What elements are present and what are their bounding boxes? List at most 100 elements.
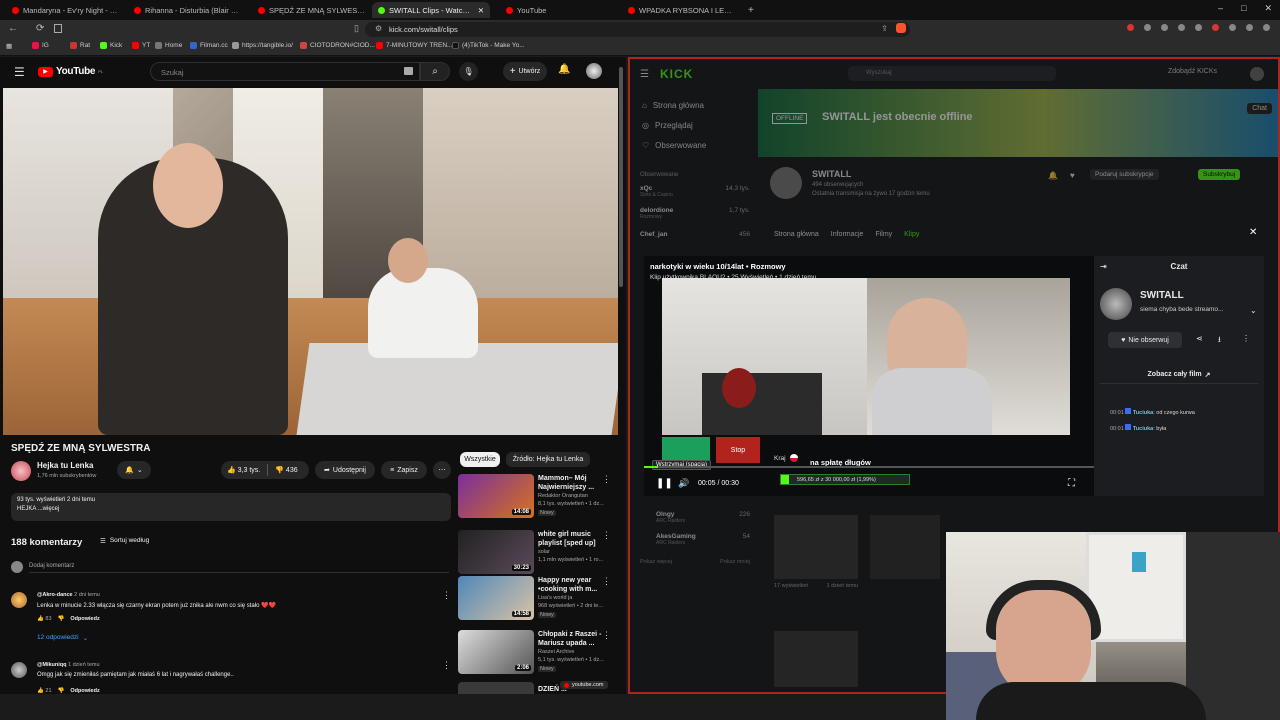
fullscreen-icon[interactable]: ⛶ [1068,478,1075,489]
gift-subs-button[interactable]: Podaruj subskrypcje [1090,169,1159,180]
more-vertical-icon[interactable]: ⋮ [602,474,611,485]
extension-icon[interactable] [1161,24,1168,31]
clip-seek-bar[interactable] [644,466,1094,468]
show-replies-button[interactable]: 12 odpowiedzi ⌄ [37,634,88,642]
clip-card-thumbnail[interactable] [870,515,940,579]
video-description[interactable]: 93 tys. wyświetleń 2 dni temu HEJKA ...w… [11,493,451,521]
comment-more-icon[interactable]: ⋮ [442,660,451,671]
bookmark-item[interactable]: https://tangible.io/ [232,42,293,49]
tab-videos[interactable]: Filmy [875,231,892,238]
clip-card-thumbnail[interactable] [774,631,858,687]
watch-full-video-button[interactable]: Zobacz cały film ↗ [1100,366,1258,384]
youtube-logo[interactable]: ▶ YouTube PL [38,66,103,77]
reload-icon[interactable]: ⟳ [36,23,44,34]
browser-tab[interactable]: SPĘDŹ ZE MNĄ SYLWESTRA - YouTube [252,2,372,18]
kick-logo[interactable]: KICK [660,67,693,81]
unfollow-button[interactable]: ♥ Nie obserwuj [1108,332,1182,348]
bookmark-item[interactable]: Home [155,42,182,49]
add-comment-input[interactable]: Dodaj komentarz [29,563,449,573]
tab-home[interactable]: Strona główna [774,231,819,238]
comment-like-button[interactable]: 👍 83 [37,616,52,622]
browser-tab-active[interactable]: SWITALL Clips - Watch Live o...✕ [372,2,490,18]
following-item[interactable]: delordione 1,7 tys. Rozmowy [640,207,750,220]
bookmark-item[interactable]: YT [132,42,150,49]
comment-author[interactable]: @Akro-dance [37,592,73,598]
close-window-icon[interactable]: ✕ [1264,3,1272,14]
sort-comments-button[interactable]: ☰ Sortuj według [100,537,149,545]
filter-chip-all[interactable]: Wszystkie [460,452,500,467]
kick-nav-following[interactable]: ♡ Obserwowane [642,141,706,150]
download-icon[interactable]: ⭳ [1218,334,1221,348]
keyboard-icon[interactable] [404,67,413,75]
recommended-video[interactable]: 14:08 Mammon– Mój Najwierniejszy ... Red… [458,474,623,530]
brave-shield-icon[interactable] [896,23,906,33]
filter-chip-source[interactable]: Źródło: Hejka tu Lenka [506,452,590,467]
tab-close-icon[interactable]: ✕ [478,6,484,15]
extension-icon[interactable] [1144,24,1151,31]
share-icon[interactable]: ⋖ [1196,334,1203,343]
share-button[interactable]: ➦ Udostępnij [315,461,375,479]
browser-tab[interactable]: WPADKA RYBSONA I LEQUIT MAMM... [622,2,740,18]
bookmark-item[interactable]: Filman.cc [190,42,228,49]
minimize-icon[interactable]: – [1218,3,1223,14]
comment-dislike-icon[interactable]: 👎 [58,688,65,694]
clip-card-thumbnail[interactable] [774,515,858,579]
more-vertical-icon[interactable]: ⋮ [1242,334,1250,343]
voice-search-button[interactable]: 🎙 [459,62,478,81]
browser-tab[interactable]: YouTube [500,2,620,18]
tab-clips[interactable]: Klipy [904,231,919,238]
volume-icon[interactable]: 🔊 [678,478,689,489]
extension-icon[interactable] [1229,24,1236,31]
recommended-video[interactable]: 14:58 Happy new year •cooking with m... … [458,576,623,632]
kick-search-input[interactable]: Wyszukaj [848,66,1056,81]
notifications-bell-icon[interactable]: 🔔 [558,64,570,75]
more-vertical-icon[interactable]: ⋮ [602,630,611,641]
dislike-button[interactable]: 👎 436 [275,466,297,474]
streamer-avatar[interactable] [1100,288,1132,320]
following-item[interactable]: xQc 14,3 tys. Slots & Casino [640,185,750,198]
extension-icon[interactable] [1246,24,1253,31]
comment-reply-button[interactable]: Odpowiedz [70,688,99,694]
browser-tab[interactable]: Mandaryna - Ev'ry Night - YouTube [6,2,126,18]
page-scrollbar[interactable] [619,67,623,287]
video-player[interactable] [3,88,618,435]
bookmark-item[interactable]: 7-MINUTOWY TREN... [376,42,452,49]
share-icon[interactable]: ⇪ [881,24,888,33]
chat-toggle-button[interactable]: Chat [1247,103,1272,114]
kick-nav-home[interactable]: ⌂ Strona główna [642,101,704,110]
url-field[interactable]: ▯ ⚙ kick.com/switall/clips ⇪ [354,22,910,37]
hamburger-menu-icon[interactable]: ☰ [14,65,25,79]
bookmark-item[interactable]: Rat [70,42,90,49]
more-vertical-icon[interactable]: ⋮ [602,530,611,541]
kick-profile-avatar[interactable] [1250,67,1264,81]
clip-video-player[interactable] [662,278,1070,435]
comment-reply-button[interactable]: Odpowiedz [70,616,99,622]
recommended-video[interactable]: 2:06 Chłopaki z Raszei - Mariusz upada .… [458,630,623,686]
maximize-icon[interactable]: □ [1241,3,1246,14]
bookmark-item[interactable]: IG [32,42,49,49]
bookmark-item[interactable]: (4)TikTok - Make Yo... [452,42,525,49]
comment-more-icon[interactable]: ⋮ [442,590,451,601]
comment-dislike-icon[interactable]: 👎 [58,616,65,622]
extension-icon[interactable] [1212,24,1219,31]
commenter-avatar[interactable] [11,662,27,678]
notifications-icon[interactable]: 🔔 [1048,171,1058,180]
subscribe-button[interactable]: Subskrybuj [1198,169,1241,180]
bookmark-item[interactable]: Kick [100,42,122,49]
following-show-toggle[interactable]: Pokaż więcej Pokaż mniej [640,559,750,565]
bookmark-item[interactable]: CIOTODRON#CIOD... [300,42,375,49]
kick-channel-avatar[interactable] [770,167,802,199]
browser-tab[interactable]: Rihanna - Disturbia (Blair Muir Remix) [128,2,250,18]
follow-heart-icon[interactable]: ♥ [1070,171,1075,180]
commenter-avatar[interactable] [11,592,27,608]
menu-icon[interactable] [1263,24,1270,31]
more-actions-button[interactable]: ⋯ [433,461,451,479]
comment-like-button[interactable]: 👍 21 [37,688,52,694]
extension-icon[interactable] [1127,24,1134,31]
close-icon[interactable]: ✕ [1249,227,1257,238]
save-button[interactable]: ≡ Zapisz [381,461,427,479]
search-input[interactable]: Szukaj [150,62,420,81]
following-item[interactable]: Olngy 226 ARC Raiders [656,511,750,524]
apps-icon[interactable]: ▦ [6,42,12,50]
pause-icon[interactable]: ❚❚ [656,478,673,489]
